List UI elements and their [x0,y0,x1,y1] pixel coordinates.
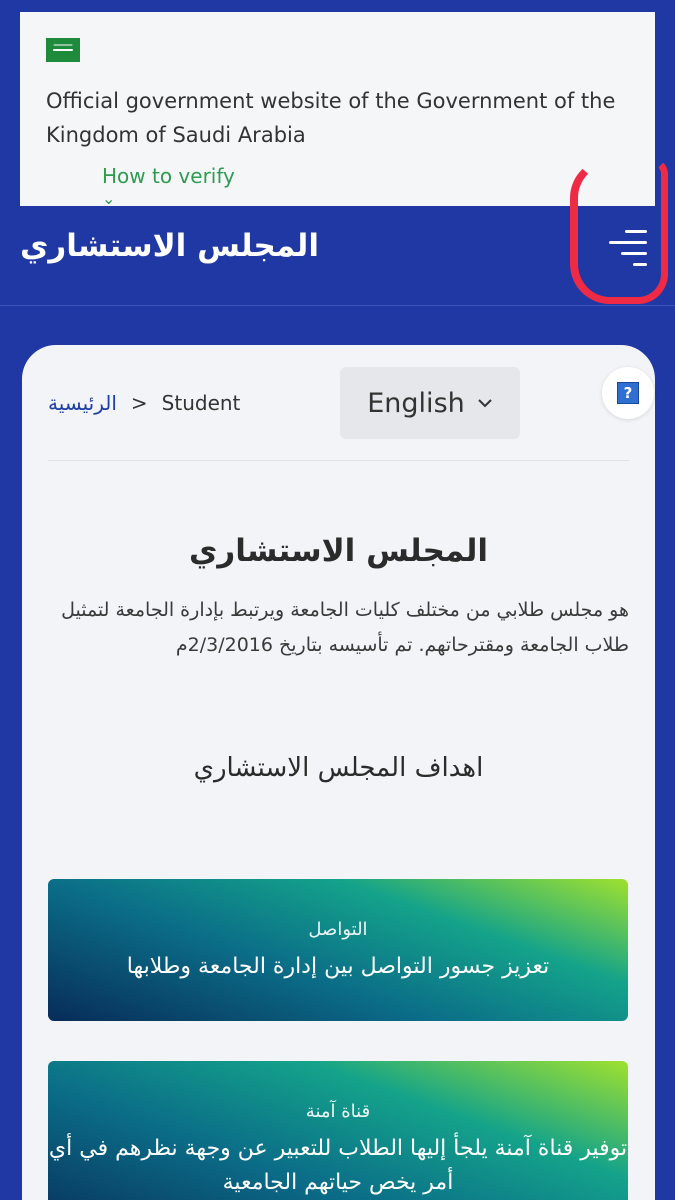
goal-title: التواصل [308,919,368,940]
goal-card: التواصل تعزيز جسور التواصل بين إدارة الج… [48,879,628,1021]
page-title: المجلس الاستشاري [189,533,488,569]
content-card: الرئيسية > Student English ? المجلس الاس… [22,345,655,1200]
language-select-value: English [367,387,465,419]
goal-card: قناة آمنة توفير قناة آمنة يلجأ إليها الط… [48,1061,628,1200]
card-top-row: الرئيسية > Student English ? [48,345,654,461]
annotation-circle [570,158,668,304]
chevron-down-icon[interactable]: ⌄ [102,191,629,207]
header-title: المجلس الاستشاري [20,228,319,264]
gov-banner: Official government website of the Gover… [20,12,655,207]
goal-title: قناة آمنة [305,1101,371,1122]
goal-text: توفير قناة آمنة يلجأ إليها الطلاب للتعبي… [48,1136,628,1195]
breadcrumb: الرئيسية > Student [48,391,240,415]
how-to-verify-link[interactable]: How to verify [102,164,629,188]
breadcrumb-separator: > [130,391,148,415]
goals-heading: اهداف المجلس الاستشاري [193,753,484,783]
language-select[interactable]: English [340,367,520,439]
goal-text: تعزيز جسور التواصل بين إدارة الجامعة وطل… [126,954,550,979]
help-button[interactable]: ? [602,367,654,419]
breadcrumb-current: Student [161,391,241,415]
saudi-flag-icon [46,38,80,62]
chevron-down-icon [478,399,492,408]
intro-text: هو مجلس طلابي من مختلف كليات الجامعة وير… [61,599,629,656]
breadcrumb-home-link[interactable]: الرئيسية [48,391,117,415]
help-icon: ? [617,382,639,404]
gov-banner-text: Official government website of the Gover… [46,89,616,147]
